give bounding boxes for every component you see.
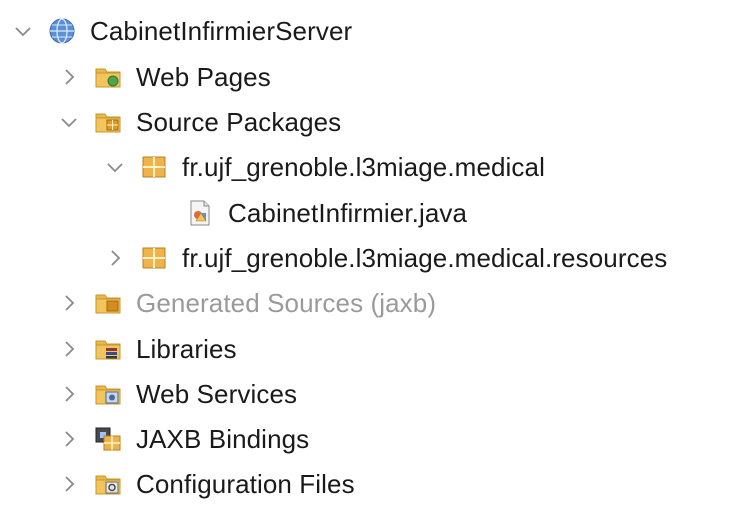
- tree-node-label: CabinetInfirmierServer: [90, 16, 353, 46]
- tree-node-file-cabinetinfirmier[interactable]: CabinetInfirmier.java: [150, 191, 467, 235]
- tree-node-label: fr.ujf_grenoble.l3miage.medical: [182, 152, 545, 182]
- chevron-right-icon[interactable]: [58, 66, 80, 88]
- chevron-right-icon[interactable]: [58, 338, 80, 360]
- source-packages-folder-icon: [94, 108, 122, 136]
- project-tree: CabinetInfirmierServer Web Pages Source …: [0, 0, 755, 500]
- chevron-down-icon[interactable]: [58, 111, 80, 133]
- web-pages-folder-icon: [94, 63, 122, 91]
- generated-sources-folder-icon: [94, 289, 122, 317]
- tree-node-label: Web Services: [136, 379, 298, 409]
- tree-node-label: Libraries: [136, 334, 237, 364]
- chevron-right-icon[interactable]: [58, 428, 80, 450]
- tree-node-jaxb-bindings[interactable]: JAXB Bindings: [58, 417, 309, 461]
- chevron-down-icon[interactable]: [12, 20, 34, 42]
- chevron-right-icon[interactable]: [104, 247, 126, 269]
- tree-node-generated-sources[interactable]: Generated Sources (jaxb): [58, 281, 436, 325]
- globe-icon: [48, 17, 76, 45]
- package-icon: [140, 153, 168, 181]
- chevron-down-icon[interactable]: [104, 156, 126, 178]
- tree-node-label: Generated Sources (jaxb): [136, 288, 437, 318]
- tree-node-label: Configuration Files: [136, 469, 355, 499]
- java-file-icon: [186, 199, 214, 227]
- tree-node-libraries[interactable]: Libraries: [58, 327, 237, 371]
- tree-node-package-medical[interactable]: fr.ujf_grenoble.l3miage.medical: [104, 145, 545, 189]
- tree-node-label: fr.ujf_grenoble.l3miage.medical.resource…: [182, 243, 668, 273]
- tree-node-label: Source Packages: [136, 107, 342, 137]
- tree-node-web-services[interactable]: Web Services: [58, 372, 297, 416]
- chevron-right-icon[interactable]: [58, 383, 80, 405]
- tree-node-source-packages[interactable]: Source Packages: [58, 100, 341, 144]
- chevron-right-icon[interactable]: [58, 292, 80, 314]
- tree-node-configuration-files[interactable]: Configuration Files: [58, 462, 355, 506]
- tree-node-label: Web Pages: [136, 62, 271, 92]
- jaxb-bindings-icon: [94, 425, 122, 453]
- tree-node-label: JAXB Bindings: [136, 424, 310, 454]
- configuration-folder-icon: [94, 470, 122, 498]
- libraries-folder-icon: [94, 335, 122, 363]
- chevron-right-icon[interactable]: [58, 473, 80, 495]
- tree-node-label: CabinetInfirmier.java: [228, 198, 468, 228]
- tree-node-package-resources[interactable]: fr.ujf_grenoble.l3miage.medical.resource…: [104, 236, 667, 280]
- package-icon: [140, 244, 168, 272]
- tree-node-web-pages[interactable]: Web Pages: [58, 55, 271, 99]
- web-services-folder-icon: [94, 380, 122, 408]
- tree-node-root[interactable]: CabinetInfirmierServer: [12, 9, 352, 53]
